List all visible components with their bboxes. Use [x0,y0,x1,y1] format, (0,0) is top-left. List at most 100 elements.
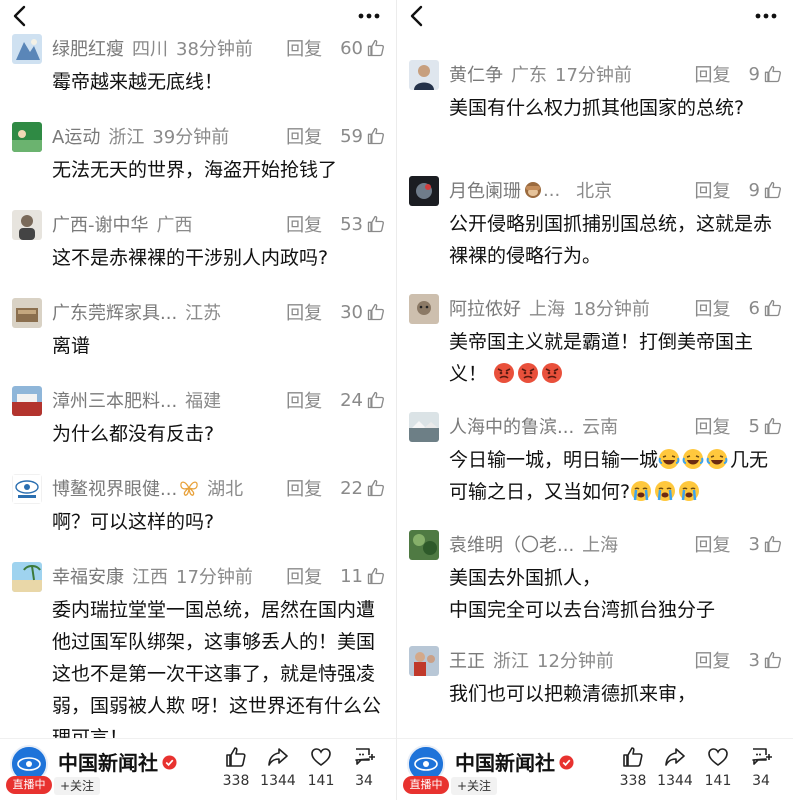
top-bar [397,0,793,34]
thumbs-up-icon[interactable] [366,566,386,586]
thumbs-up-icon[interactable] [366,38,386,58]
username[interactable]: 博鳌视界眼健... [52,475,177,501]
comment-list[interactable]: 黄仁争 广东 17分钟前 回复 9 美国有什么权力抓其他国家的总统? 月色阑珊 … [397,0,793,738]
follow-button[interactable]: +关注 [451,777,498,795]
comment-text: 委内瑞拉堂堂一国总统，居然在国内遭他过国军队绑架，这事够丢人的！美国这也不是第一… [52,599,382,738]
username[interactable]: 黄仁争 [449,61,503,87]
like-count: 3 [748,533,760,555]
reply-button[interactable]: 回复 [695,531,731,557]
reply-button[interactable]: 回复 [286,299,322,325]
thumbs-up-icon[interactable] [366,478,386,498]
live-badge[interactable]: 直播中 [6,776,52,794]
thumbs-up-icon[interactable] [366,302,386,322]
comment-action[interactable]: 34 [342,745,386,789]
comment-text: 公开侵略别国抓捕别国总统，这就是赤裸裸的侵略行为。 [449,213,773,267]
angry-face-icon [542,363,563,383]
username[interactable]: 人海中的鲁滨... [449,413,574,439]
like-count: 59 [340,125,363,147]
thumbs-up-icon[interactable] [366,126,386,146]
share-action[interactable]: 1344 [653,745,697,789]
reply-button[interactable]: 回复 [695,295,731,321]
reply-button[interactable]: 回复 [695,647,731,673]
avatar[interactable] [12,34,42,64]
follow-button[interactable]: +关注 [54,777,101,795]
thumbs-up-icon[interactable] [763,650,783,670]
right-screen: 黄仁争 广东 17分钟前 回复 9 美国有什么权力抓其他国家的总统? 月色阑珊 … [397,0,793,800]
username[interactable]: 王正 [449,647,485,673]
username[interactable]: A运动 [52,123,100,149]
comment-text: 为什么都没有反击? [52,423,215,445]
username[interactable]: 月色阑珊 [449,177,521,203]
thumbs-up-icon[interactable] [366,214,386,234]
avatar[interactable] [12,298,42,328]
username[interactable]: 广东莞辉家具... [52,299,177,325]
comment-action[interactable]: 34 [739,745,783,789]
laughing-crying-face-icon [658,449,680,469]
like-action[interactable]: 338 [611,745,655,789]
more-options-icon[interactable] [753,4,779,28]
avatar[interactable] [12,210,42,240]
username[interactable]: 漳州三本肥料... [52,387,177,413]
avatar[interactable] [409,646,439,676]
avatar[interactable] [12,562,42,592]
reply-button[interactable]: 回复 [695,177,731,203]
comment-meta: 广东莞辉家具... 江苏 回复 30 [52,298,386,326]
favorite-total: 141 [704,773,732,789]
comment-text: 这不是赤裸裸的干涉别人内政吗? [52,247,329,269]
channel-name[interactable]: 中国新闻社 [455,747,574,776]
username[interactable]: 袁维明（〇老... [449,531,574,557]
reply-button[interactable]: 回复 [286,123,322,149]
reply-button[interactable]: 回复 [286,563,322,589]
comment-text: 霉帝越来越无底线！ [52,71,224,93]
username[interactable]: 幸福安康 [52,563,124,589]
thumbs-up-icon[interactable] [763,180,783,200]
avatar[interactable] [12,474,42,504]
favorite-action[interactable]: 141 [299,745,343,789]
comment-meta: 王正 浙江 12分钟前 回复 3 [449,646,783,674]
like-count: 22 [340,477,363,499]
favorite-action[interactable]: 141 [696,745,740,789]
username[interactable]: 绿肥红瘦 [52,35,124,61]
back-arrow-icon[interactable] [8,2,34,30]
like-count: 5 [748,415,760,437]
thumbs-up-icon[interactable] [366,390,386,410]
like-count: 30 [340,301,363,323]
avatar[interactable] [409,176,439,206]
reply-button[interactable]: 回复 [286,211,322,237]
reply-button[interactable]: 回复 [286,475,322,501]
reply-button[interactable]: 回复 [695,413,731,439]
comment-text: 我们也可以把赖清德抓来审， [449,683,697,705]
reply-button[interactable]: 回复 [695,61,731,87]
thumbs-up-icon[interactable] [763,534,783,554]
avatar[interactable] [12,386,42,416]
avatar[interactable] [409,294,439,324]
heart-icon [708,748,728,766]
comment-meta: 月色阑珊 ... 北京 回复 9 [449,176,783,204]
share-action[interactable]: 1344 [256,745,300,789]
location: 江苏 [185,303,222,324]
verified-icon [559,755,574,770]
bottom-action-bar: 直播中 中国新闻社 +关注 338 1344 141 34 [397,738,793,800]
reply-button[interactable]: 回复 [286,387,322,413]
avatar[interactable] [12,122,42,152]
avatar[interactable] [409,60,439,90]
channel-name-text: 中国新闻社 [455,751,555,775]
avatar[interactable] [409,412,439,442]
like-action[interactable]: 338 [214,745,258,789]
thumbs-up-icon[interactable] [763,64,783,84]
comment-total: 34 [752,773,770,789]
back-arrow-icon[interactable] [405,2,431,30]
live-badge[interactable]: 直播中 [403,776,449,794]
username[interactable]: 阿拉侬好 [449,295,521,321]
thumbs-up-icon[interactable] [763,298,783,318]
comment-list[interactable]: 绿肥红瘦 四川 38分钟前 回复 60 霉帝越来越无底线！ A运动 浙江 39分… [0,0,396,738]
location: 福建 [185,391,222,412]
avatar[interactable] [409,530,439,560]
channel-name[interactable]: 中国新闻社 [58,747,177,776]
reply-button[interactable]: 回复 [286,35,322,61]
timestamp: 17分钟前 [176,567,253,588]
more-options-icon[interactable] [356,4,382,28]
username[interactable]: 广西-谢中华 [52,211,149,237]
thumbs-up-icon[interactable] [763,416,783,436]
location: 浙江 [493,651,529,672]
